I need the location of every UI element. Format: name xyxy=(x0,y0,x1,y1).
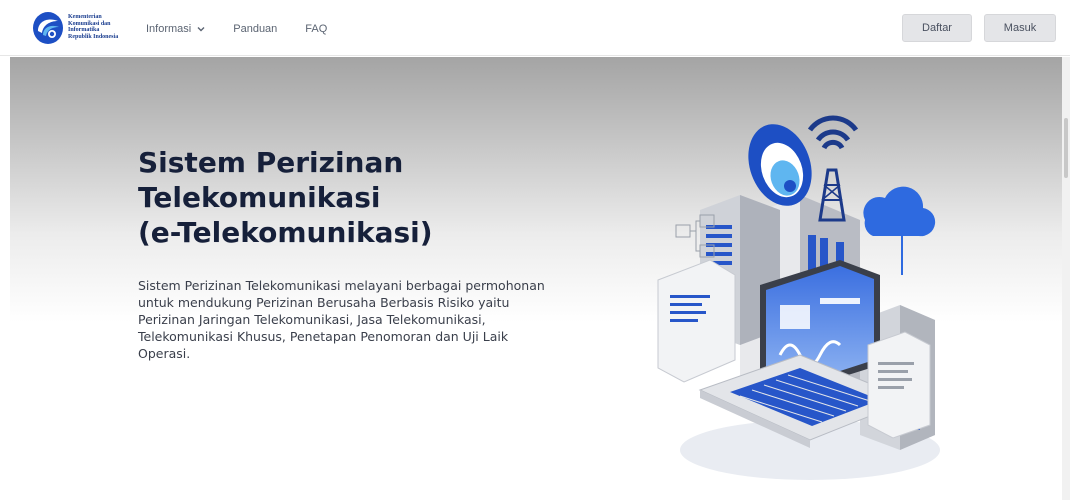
main-nav: Informasi Panduan FAQ xyxy=(146,23,355,35)
chevron-down-icon xyxy=(197,27,205,32)
hero-description: Sistem Perizinan Telekomunikasi melayani… xyxy=(138,278,545,361)
logo-line-4: Republik Indonesia xyxy=(68,33,119,40)
scrollbar-thumb[interactable] xyxy=(1064,118,1068,178)
nav-item-panduan[interactable]: Panduan xyxy=(233,23,277,35)
logo-line-2: Komunikasi dan xyxy=(68,20,111,27)
nav-item-faq-label: FAQ xyxy=(305,23,328,35)
logo-line-3: Informatika xyxy=(68,27,100,34)
hero-title: Sistem Perizinan Telekomunikasi (e-Telek… xyxy=(138,146,433,249)
login-button[interactable]: Masuk xyxy=(984,14,1056,42)
kominfo-logo-icon[interactable] xyxy=(32,11,64,45)
top-navbar: Kementerian Komunikasi dan Informatika R… xyxy=(0,0,1070,56)
logo-text: Kementerian Komunikasi dan Informatika R… xyxy=(68,14,128,40)
nav-item-panduan-label: Panduan xyxy=(233,23,278,35)
nav-item-informasi-label: Informasi xyxy=(146,23,192,35)
nav-item-informasi[interactable]: Informasi xyxy=(146,23,205,35)
nav-item-faq[interactable]: FAQ xyxy=(305,23,327,35)
telecom-illustration xyxy=(657,115,940,480)
logo-line-1: Kementerian xyxy=(68,14,102,20)
register-button[interactable]: Daftar xyxy=(902,14,972,42)
